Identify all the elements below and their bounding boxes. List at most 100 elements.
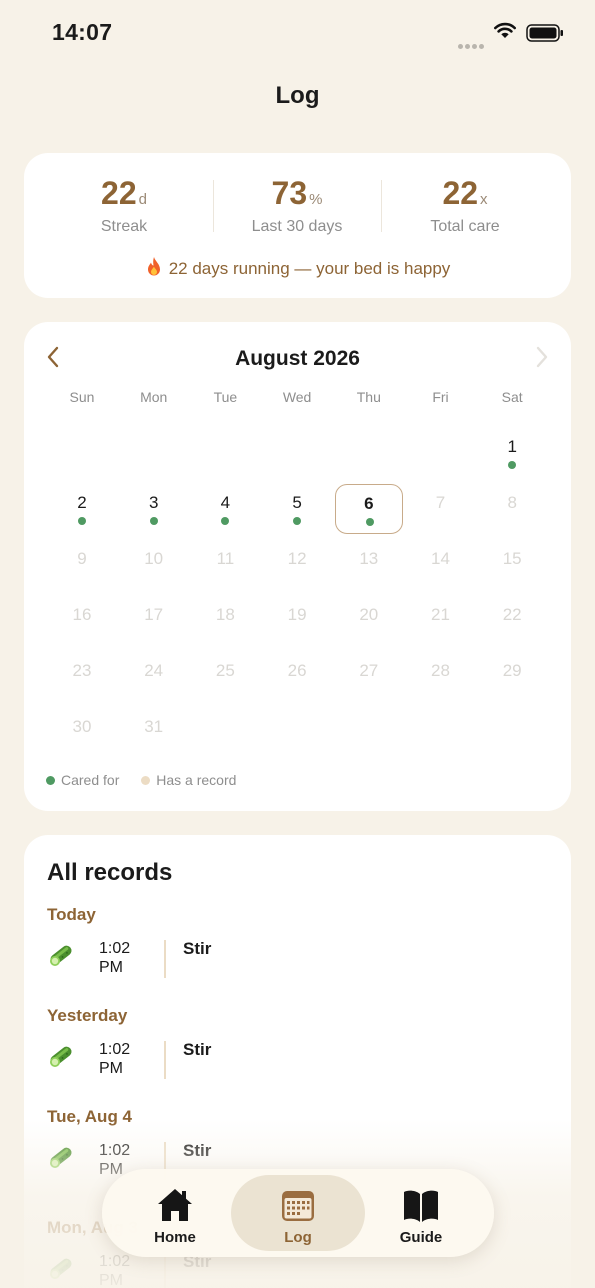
chevron-right-icon <box>536 346 548 368</box>
day-number: 11 <box>216 549 235 568</box>
weekday-label: Sat <box>501 389 523 405</box>
day-number: 3 <box>148 493 159 512</box>
weekday-label: Mon <box>140 389 168 405</box>
cared-dot <box>293 517 302 525</box>
calendar-day-today[interactable]: 6 <box>334 484 403 534</box>
legend-cared-label: Cared for <box>61 772 120 788</box>
calendar-day: 14 <box>407 540 475 590</box>
book-icon <box>404 1190 438 1222</box>
calendar-day: 27 <box>335 652 403 702</box>
page-title: Log <box>275 82 320 109</box>
day-number: 14 <box>431 549 450 568</box>
calendar-day: 8 <box>478 484 546 534</box>
weekday-label: Wed <box>282 389 312 405</box>
calendar-legend: Cared for Has a record <box>46 772 254 788</box>
day-number: 24 <box>144 661 164 680</box>
day-number: 13 <box>359 549 379 568</box>
signal-dots-icon <box>458 36 486 54</box>
calendar-day: 13 <box>335 540 403 590</box>
day-number: 26 <box>287 661 307 680</box>
day-number: 23 <box>72 661 92 680</box>
day-number: 30 <box>72 717 92 736</box>
calendar-day: 20 <box>335 596 403 646</box>
tab-guide-label: Guide <box>399 1229 443 1246</box>
calendar-card: August 2026 Sun Mon Tue Wed Thu Fri Sat 123456… <box>24 322 571 811</box>
legend-record-dot <box>141 776 151 785</box>
record-group-label: Yesterday <box>47 1006 128 1025</box>
day-number: 7 <box>435 493 446 512</box>
day-number: 4 <box>220 493 231 512</box>
fire-icon <box>145 256 163 279</box>
stat-streak: 22 d Streak <box>49 175 199 236</box>
calendar-day: 9 <box>48 540 116 590</box>
stat-value: 73 <box>271 175 308 211</box>
cared-dot <box>78 517 86 525</box>
calendar-day: 28 <box>407 652 475 702</box>
cared-dot <box>508 461 517 469</box>
cared-dot <box>221 517 230 525</box>
day-number: 22 <box>502 605 522 624</box>
cucumber-icon <box>46 1041 76 1071</box>
legend-record: Has a record <box>141 772 236 788</box>
day-number: 28 <box>431 661 450 680</box>
record-time: 1:02 PM <box>99 1040 149 1078</box>
battery-icon <box>526 24 563 42</box>
cucumber-icon <box>46 940 76 970</box>
divider <box>213 180 214 232</box>
wifi-icon <box>494 22 516 38</box>
calendar-day[interactable]: 5 <box>263 484 331 534</box>
calendar-day: 24 <box>120 652 188 702</box>
calendar-day[interactable]: 3 <box>120 484 188 534</box>
record-time-value: 1:02 <box>99 1041 131 1058</box>
calendar-day[interactable]: 2 <box>48 484 116 534</box>
stat-value: 22 <box>442 175 479 211</box>
day-number: 1 <box>507 437 517 456</box>
divider <box>381 180 382 232</box>
calendar-day: 23 <box>48 652 116 702</box>
record-time-value: 1:02 <box>99 940 131 957</box>
day-number: 27 <box>359 661 379 680</box>
day-number: 16 <box>72 605 92 624</box>
record-time-period: PM <box>99 959 123 976</box>
stat-last-30-days: 73% Last 30 days <box>222 175 372 236</box>
day-number: 12 <box>287 549 307 568</box>
stat-label: Last 30 days <box>251 218 343 235</box>
record-time: 1:02 PM <box>99 939 149 977</box>
calendar-day: 17 <box>120 596 188 646</box>
day-number: 8 <box>507 493 517 512</box>
legend-cared: Cared for <box>46 772 119 788</box>
stats-card: 22 d Streak 73% Last 30 days 22 x Total ca… <box>24 153 571 298</box>
stat-total-care: 22 x Total care <box>390 175 540 236</box>
stat-unit: d <box>138 191 147 208</box>
day-number: 10 <box>144 549 164 568</box>
calendar-day: 7 <box>407 484 475 534</box>
calendar-day: 21 <box>407 596 475 646</box>
calendar-day: 11 <box>191 540 259 590</box>
tab-guide[interactable]: Guide <box>354 1175 488 1251</box>
stat-unit: % <box>309 191 323 208</box>
calendar-day[interactable]: 1 <box>478 428 546 478</box>
record-time-period: PM <box>99 1060 123 1077</box>
day-number: 9 <box>77 549 87 568</box>
stat-value: 22 <box>101 175 137 211</box>
cared-dot <box>365 518 374 526</box>
record-action: Stir <box>183 939 212 958</box>
records-title: All records <box>47 859 173 886</box>
stat-unit: x <box>480 191 488 208</box>
tab-log[interactable]: Log <box>231 1175 365 1251</box>
tab-home-label: Home <box>154 1229 196 1246</box>
record-divider <box>164 940 166 978</box>
calendar-day: 29 <box>478 652 546 702</box>
status-bar: 14:07 <box>0 0 595 64</box>
day-number: 31 <box>144 717 164 736</box>
day-number: 15 <box>502 549 522 568</box>
month-title: August 2026 <box>235 347 360 370</box>
tab-home[interactable]: Home <box>108 1175 242 1251</box>
calendar-icon <box>282 1191 314 1221</box>
calendar-day: 26 <box>263 652 331 702</box>
cared-dot <box>149 517 158 525</box>
calendar-day: 18 <box>191 596 259 646</box>
calendar-day[interactable]: 4 <box>191 484 259 534</box>
legend-cared-dot <box>46 776 55 785</box>
tab-log-label: Log <box>284 1229 312 1246</box>
